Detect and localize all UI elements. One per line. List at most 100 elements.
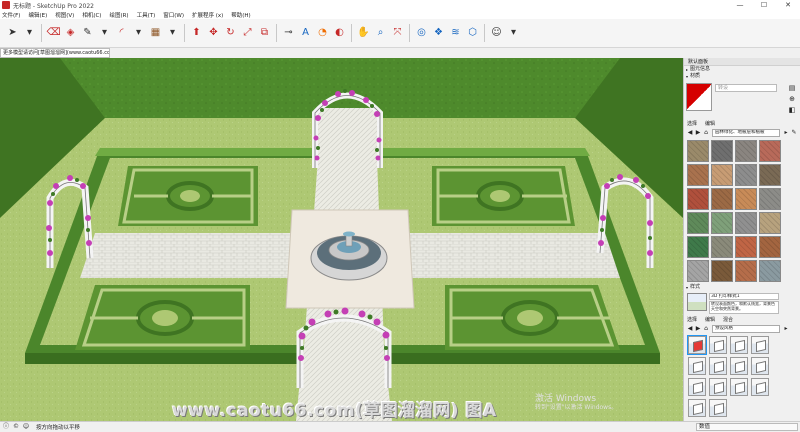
orbit-icon[interactable]: ◐	[333, 26, 347, 40]
material-thumb[interactable]	[687, 188, 709, 210]
scale-icon[interactable]: ⤢	[241, 26, 255, 40]
style-thumb[interactable]	[688, 399, 706, 417]
menu-help[interactable]: 帮助(H)	[231, 11, 250, 19]
maximize-button[interactable]: ☐	[752, 0, 776, 10]
details-icon[interactable]: ▸	[782, 129, 790, 137]
style-thumb[interactable]	[709, 336, 727, 354]
style-thumb[interactable]	[709, 399, 727, 417]
material-thumb[interactable]	[687, 212, 709, 234]
material-thumb[interactable]	[711, 164, 733, 186]
menu-camera[interactable]: 相机(C)	[82, 11, 101, 19]
material-thumb[interactable]	[759, 164, 781, 186]
material-thumb[interactable]	[735, 188, 757, 210]
component-icon[interactable]: ⬡	[466, 26, 480, 40]
eraser-icon[interactable]: ⌫	[46, 26, 60, 40]
style-name-field[interactable]: 3D 打印样式1	[709, 293, 779, 300]
user-icon[interactable]: ☺	[22, 423, 30, 431]
style-thumb[interactable]	[730, 357, 748, 375]
extension-warehouse-icon[interactable]: ❖	[432, 26, 446, 40]
close-button[interactable]: ✕	[776, 0, 800, 10]
back-icon[interactable]: ◀	[686, 129, 694, 137]
text-icon[interactable]: A	[299, 26, 313, 40]
style-thumbnail[interactable]	[687, 293, 707, 311]
material-name-field[interactable]: 转设	[715, 84, 777, 92]
material-thumb[interactable]	[759, 188, 781, 210]
style-thumb[interactable]	[730, 336, 748, 354]
menu-edit[interactable]: 编辑(E)	[28, 11, 47, 19]
style-library-dropdown[interactable]: 预设风格	[712, 325, 780, 333]
home-icon[interactable]: ⌂	[702, 325, 710, 333]
tray-entity-info[interactable]: ▸ 图元信息	[684, 66, 800, 73]
style-thumb[interactable]	[688, 357, 706, 375]
select-icon[interactable]: ➤	[6, 26, 20, 40]
model-viewport[interactable]: www.caotu66.com(草图溜溜网) 图A 激活 Windows 转到"…	[0, 58, 683, 421]
material-thumb[interactable]	[687, 236, 709, 258]
material-thumb[interactable]	[735, 212, 757, 234]
offset-icon[interactable]: ⧉	[258, 26, 272, 40]
default-material-icon[interactable]: ◧	[786, 105, 798, 115]
zoom-extents-icon[interactable]: ⤧	[391, 26, 405, 40]
menu-draw[interactable]: 绘图(R)	[109, 11, 128, 19]
rotate-icon[interactable]: ↻	[224, 26, 238, 40]
style-thumb[interactable]	[751, 378, 769, 396]
material-thumb[interactable]	[759, 236, 781, 258]
menu-file[interactable]: 文件(F)	[2, 11, 20, 19]
style-tab-mix[interactable]: 混合	[723, 316, 733, 324]
warehouse-icon[interactable]: ◎	[415, 26, 429, 40]
display-secondary-icon[interactable]: ▤	[786, 83, 798, 93]
style-tab-edit[interactable]: 编辑	[705, 316, 715, 324]
dropdown-icon[interactable]: ▾	[132, 26, 146, 40]
sample-paint-icon[interactable]: ✎	[790, 129, 798, 137]
style-thumb[interactable]	[730, 378, 748, 396]
style-thumb[interactable]	[687, 335, 707, 355]
pan-icon[interactable]: ✋	[357, 26, 371, 40]
material-thumb[interactable]	[711, 236, 733, 258]
material-thumb[interactable]	[735, 164, 757, 186]
material-thumb[interactable]	[735, 260, 757, 282]
style-thumb[interactable]	[751, 357, 769, 375]
push-pull-icon[interactable]: ⬆	[190, 26, 204, 40]
details-icon[interactable]: ▸	[782, 325, 790, 333]
style-thumb[interactable]	[709, 378, 727, 396]
tape-measure-icon[interactable]: ⊸	[282, 26, 296, 40]
credits-icon[interactable]: ©	[12, 423, 20, 431]
menu-window[interactable]: 窗口(W)	[163, 11, 184, 19]
style-thumb[interactable]	[688, 378, 706, 396]
measurements-box[interactable]: 数值	[696, 423, 798, 431]
material-thumb[interactable]	[711, 260, 733, 282]
protractor-icon[interactable]: ◔	[316, 26, 330, 40]
material-library-dropdown[interactable]: 园林绿化、地被层和植被	[712, 129, 780, 137]
forward-icon[interactable]: ▶	[694, 325, 702, 333]
material-thumb[interactable]	[759, 260, 781, 282]
material-thumb[interactable]	[687, 140, 709, 162]
style-thumb[interactable]	[751, 336, 769, 354]
tray-styles[interactable]: ▾ 样式	[684, 284, 800, 291]
style-description-field[interactable]: 转设表面颜色，和默认线宽，背景色天空和突然背景。	[709, 301, 779, 314]
tab-select[interactable]: 选择	[687, 120, 697, 128]
geo-location-icon[interactable]: ⓘ	[2, 423, 10, 431]
menu-extensions[interactable]: 扩展程序 (x)	[192, 11, 223, 19]
material-thumb[interactable]	[711, 188, 733, 210]
arc-icon[interactable]: ◜	[115, 26, 129, 40]
tray-materials[interactable]: ▾ 材质	[684, 73, 800, 80]
material-thumb[interactable]	[759, 212, 781, 234]
material-thumb[interactable]	[735, 236, 757, 258]
style-tab-select[interactable]: 选择	[687, 316, 697, 324]
home-icon[interactable]: ⌂	[702, 129, 710, 137]
rectangle-icon[interactable]: ▦	[149, 26, 163, 40]
menu-view[interactable]: 视图(V)	[55, 11, 74, 19]
material-thumb[interactable]	[687, 164, 709, 186]
dropdown-icon[interactable]: ▾	[23, 26, 37, 40]
material-thumb[interactable]	[759, 140, 781, 162]
material-swatch[interactable]	[686, 83, 712, 111]
style-thumb[interactable]	[709, 357, 727, 375]
line-icon[interactable]: ✎	[81, 26, 95, 40]
material-thumb[interactable]	[735, 140, 757, 162]
move-icon[interactable]: ✥	[207, 26, 221, 40]
material-thumb[interactable]	[711, 140, 733, 162]
minimize-button[interactable]: —	[728, 0, 752, 10]
paint-bucket-icon[interactable]: ◈	[64, 26, 78, 40]
dropdown-icon[interactable]: ▾	[507, 26, 521, 40]
back-icon[interactable]: ◀	[686, 325, 694, 333]
create-material-icon[interactable]: ⊕	[786, 94, 798, 104]
